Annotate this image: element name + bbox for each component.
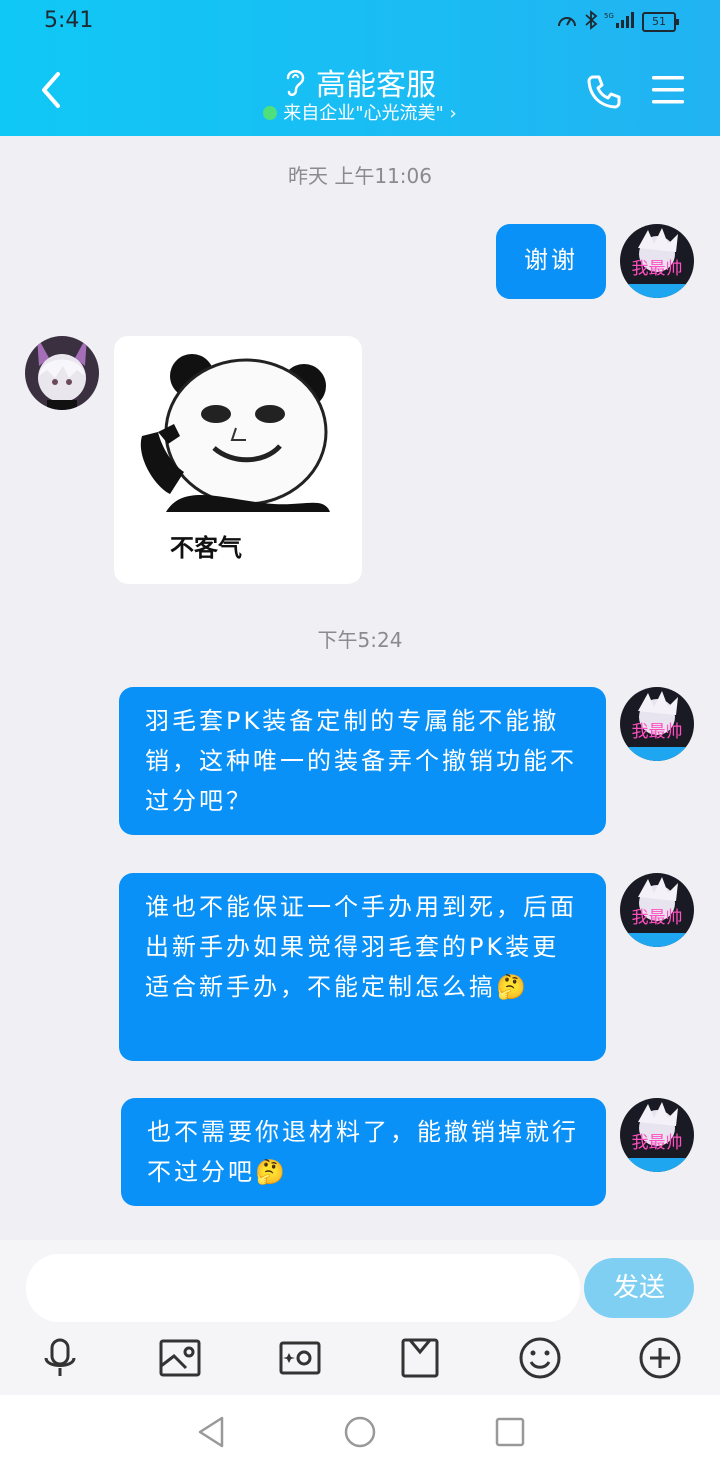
my-avatar[interactable]: 我最帅	[620, 224, 694, 298]
status-icons: 5G 51	[556, 10, 679, 34]
battery-icon: 51	[642, 12, 679, 32]
signal-icon: 5G	[604, 10, 636, 34]
message-input[interactable]	[26, 1254, 580, 1322]
send-button[interactable]: 发送	[584, 1258, 694, 1318]
message-bubble[interactable]: 谢谢	[496, 224, 606, 299]
online-dot	[263, 106, 278, 120]
nav-recents-icon[interactable]	[490, 1412, 530, 1452]
avatar-text: 我最帅	[632, 908, 683, 928]
sticker-message[interactable]: 不客气	[114, 336, 362, 584]
timestamp: 下午5:24	[317, 628, 403, 652]
bluetooth-icon	[584, 10, 598, 34]
sticker-caption: 不客气	[170, 534, 242, 562]
my-avatar[interactable]: 我最帅	[620, 873, 694, 947]
message-bubble[interactable]: 羽毛套PK装备定制的专属能不能撤销，这种唯一的装备弄个撤销功能不过分吧？	[119, 687, 606, 835]
message-bubble[interactable]: 谁也不能保证一个手办用到死，后面出新手办如果觉得羽毛套的PK装更适合新手办，不能…	[119, 873, 606, 1061]
avatar-text: 我最帅	[632, 259, 683, 279]
avatar-text: 我最帅	[632, 722, 683, 742]
my-avatar[interactable]: 我最帅	[620, 1098, 694, 1172]
speed-icon	[556, 10, 578, 34]
timestamp: 昨天 上午11:06	[288, 164, 432, 188]
nav-home-icon[interactable]	[340, 1412, 380, 1452]
subtitle-text: 来自企业"心光流美" ›	[283, 103, 457, 124]
mic-icon[interactable]	[38, 1336, 82, 1380]
service-avatar[interactable]	[25, 336, 99, 410]
chat-title[interactable]: 高能客服	[284, 60, 436, 104]
chat-header: 5:41 5G 51 高能客服 来自企业"心光流美" ›	[0, 0, 720, 136]
emoji-icon[interactable]	[518, 1336, 562, 1380]
message-bubble[interactable]: 也不需要你退材料了，能撤销掉就行不过分吧🤔	[121, 1098, 606, 1206]
phone-icon[interactable]	[584, 72, 624, 112]
file-icon[interactable]	[398, 1336, 442, 1380]
my-avatar[interactable]: 我最帅	[620, 687, 694, 761]
status-time: 5:41	[44, 8, 94, 33]
nav-back-icon[interactable]	[192, 1412, 232, 1452]
camera-icon[interactable]	[278, 1336, 322, 1380]
menu-icon[interactable]	[650, 74, 686, 106]
avatar-text: 我最帅	[632, 1133, 683, 1153]
image-icon[interactable]	[158, 1336, 202, 1380]
ear-icon	[286, 70, 305, 96]
chat-title-text: 高能客服	[316, 68, 436, 103]
svg-text:5G: 5G	[604, 12, 614, 20]
plus-icon[interactable]	[638, 1336, 682, 1380]
